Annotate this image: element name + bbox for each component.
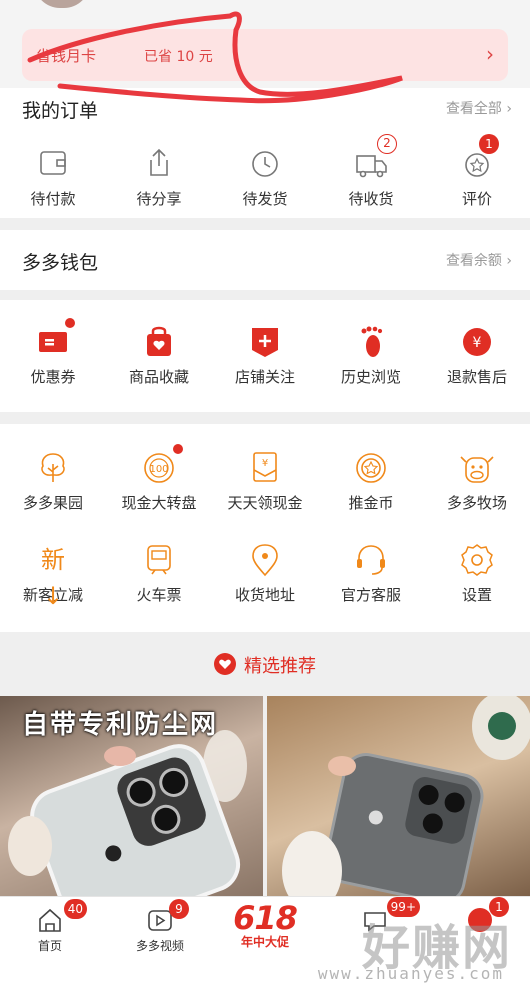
footprint-icon	[351, 324, 391, 360]
tab-home[interactable]: 40 首页	[0, 899, 100, 954]
quick-refund[interactable]: ¥ 退款售后	[424, 324, 530, 387]
service-address[interactable]: 收货地址	[212, 542, 318, 605]
service-label: 收货地址	[234, 586, 295, 604]
headset-icon	[351, 542, 391, 578]
order-pending-share[interactable]: 待分享	[106, 146, 212, 209]
service-label: 设置	[461, 586, 492, 604]
service-label: 多多牧场	[446, 494, 507, 512]
quick-label: 商品收藏	[128, 368, 189, 386]
settings-icon	[457, 542, 497, 578]
quick-shop-follow[interactable]: 店铺关注	[212, 324, 318, 387]
watermark-url: www.zhuanyes.com	[317, 964, 504, 983]
product-card[interactable]: 自带专利防尘网	[0, 696, 263, 896]
view-balance-link[interactable]: 查看余额 ›	[446, 250, 512, 270]
tree-icon	[33, 450, 73, 486]
tab-badge: 9	[169, 899, 189, 919]
services-card: 多多果园 100 现金大转盘 ¥ 天天领现金 推金币 多多牧场 新↓ 新客立减 …	[0, 424, 530, 632]
svg-text:100: 100	[149, 464, 168, 475]
wallet-title: 多多钱包	[22, 252, 99, 274]
service-train-tickets[interactable]: 火车票	[106, 542, 212, 605]
service-settings[interactable]: 设置	[424, 542, 530, 605]
service-orchard[interactable]: 多多果园	[0, 450, 106, 513]
service-label: 天天领现金	[227, 494, 303, 512]
quick-coupons[interactable]: 优惠券	[0, 318, 106, 387]
service-wheel[interactable]: 100 现金大转盘	[106, 444, 212, 513]
quick-access-card: 优惠券 商品收藏 店铺关注 历史浏览 ¥ 退款售后	[0, 300, 530, 412]
service-ranch[interactable]: 多多牧场	[424, 450, 530, 513]
refund-icon: ¥	[457, 324, 497, 360]
wallet-icon	[33, 146, 73, 182]
product-image	[282, 696, 530, 896]
new-customer-icon: 新↓	[41, 546, 65, 610]
view-all-orders-link[interactable]: 查看全部 ›	[446, 98, 512, 118]
recommend-title: 精选推荐	[244, 656, 316, 677]
quick-label: 历史浏览	[340, 368, 401, 386]
tab-618-promo[interactable]: 618 年中大促	[215, 899, 315, 950]
order-badge: 2	[377, 134, 397, 154]
savings-amount: 已省 10 元	[144, 49, 213, 65]
cash-envelope-icon: ¥	[245, 450, 285, 486]
order-badge: 1	[479, 134, 499, 154]
orders-title: 我的订单	[22, 100, 99, 122]
promo-618-logo: 618	[233, 899, 298, 937]
location-icon	[245, 542, 285, 578]
service-label: 现金大转盘	[121, 494, 197, 512]
clock-icon	[245, 146, 285, 182]
order-pending-payment[interactable]: 待付款	[0, 146, 106, 209]
product-image	[8, 730, 247, 896]
heart-icon	[214, 653, 236, 675]
chevron-right-icon: ›	[486, 42, 494, 66]
tab-label: 多多视频	[135, 939, 184, 953]
coin-icon	[351, 450, 391, 486]
service-daily-cash[interactable]: ¥ 天天领现金	[212, 450, 318, 513]
service-label: 火车票	[136, 586, 182, 604]
tab-badge: 40	[63, 899, 87, 919]
service-coin-pusher[interactable]: 推金币	[318, 450, 424, 513]
tab-label: 首页	[37, 939, 62, 953]
order-label: 待分享	[136, 190, 182, 208]
savings-card-banner[interactable]: 省钱月卡 已省 10 元 ›	[22, 29, 508, 81]
quick-history[interactable]: 历史浏览	[318, 324, 424, 387]
service-new-customer[interactable]: 新↓ 新客立减	[0, 542, 106, 610]
bag-icon	[139, 324, 179, 360]
product-card[interactable]	[267, 696, 530, 896]
service-label: 推金币	[348, 494, 394, 512]
wallet-card[interactable]: 多多钱包 查看余额 ›	[0, 230, 530, 290]
order-pending-ship[interactable]: 待发货	[212, 146, 318, 209]
new-dot	[173, 444, 183, 454]
order-review[interactable]: 1 评价	[424, 134, 530, 209]
new-dot	[65, 318, 75, 328]
service-label: 多多果园	[22, 494, 83, 512]
order-label: 待收货	[348, 190, 394, 208]
tab-label: 年中大促	[240, 935, 289, 949]
service-customer-support[interactable]: 官方客服	[318, 542, 424, 605]
wheel-icon: 100	[139, 444, 183, 486]
orders-card: 我的订单 查看全部 › 待付款 待分享 待发货 2 待收货 1 评价	[0, 88, 530, 218]
train-icon	[139, 542, 179, 578]
quick-favorites[interactable]: 商品收藏	[106, 324, 212, 387]
quick-label: 优惠券	[30, 368, 76, 386]
quick-label: 退款售后	[446, 368, 507, 386]
order-pending-receive[interactable]: 2 待收货	[318, 134, 424, 209]
quick-label: 店铺关注	[234, 368, 295, 386]
order-label: 待付款	[30, 190, 76, 208]
review-icon: 1	[457, 134, 499, 182]
cow-icon	[457, 450, 497, 486]
shop-icon	[245, 324, 285, 360]
svg-text:¥: ¥	[473, 335, 482, 351]
truck-icon: 2	[351, 134, 397, 182]
recommend-header: 精选推荐	[0, 652, 530, 692]
order-label: 待发货	[242, 190, 288, 208]
home-icon: 40	[35, 899, 87, 935]
share-icon	[139, 146, 179, 182]
svg-text:¥: ¥	[262, 458, 268, 469]
video-icon: 9	[145, 899, 189, 935]
coupon-icon	[33, 318, 75, 360]
tab-video[interactable]: 9 多多视频	[110, 899, 210, 954]
savings-card-title: 省钱月卡	[36, 47, 97, 65]
order-label: 评价	[461, 190, 492, 208]
service-label: 官方客服	[340, 586, 401, 604]
